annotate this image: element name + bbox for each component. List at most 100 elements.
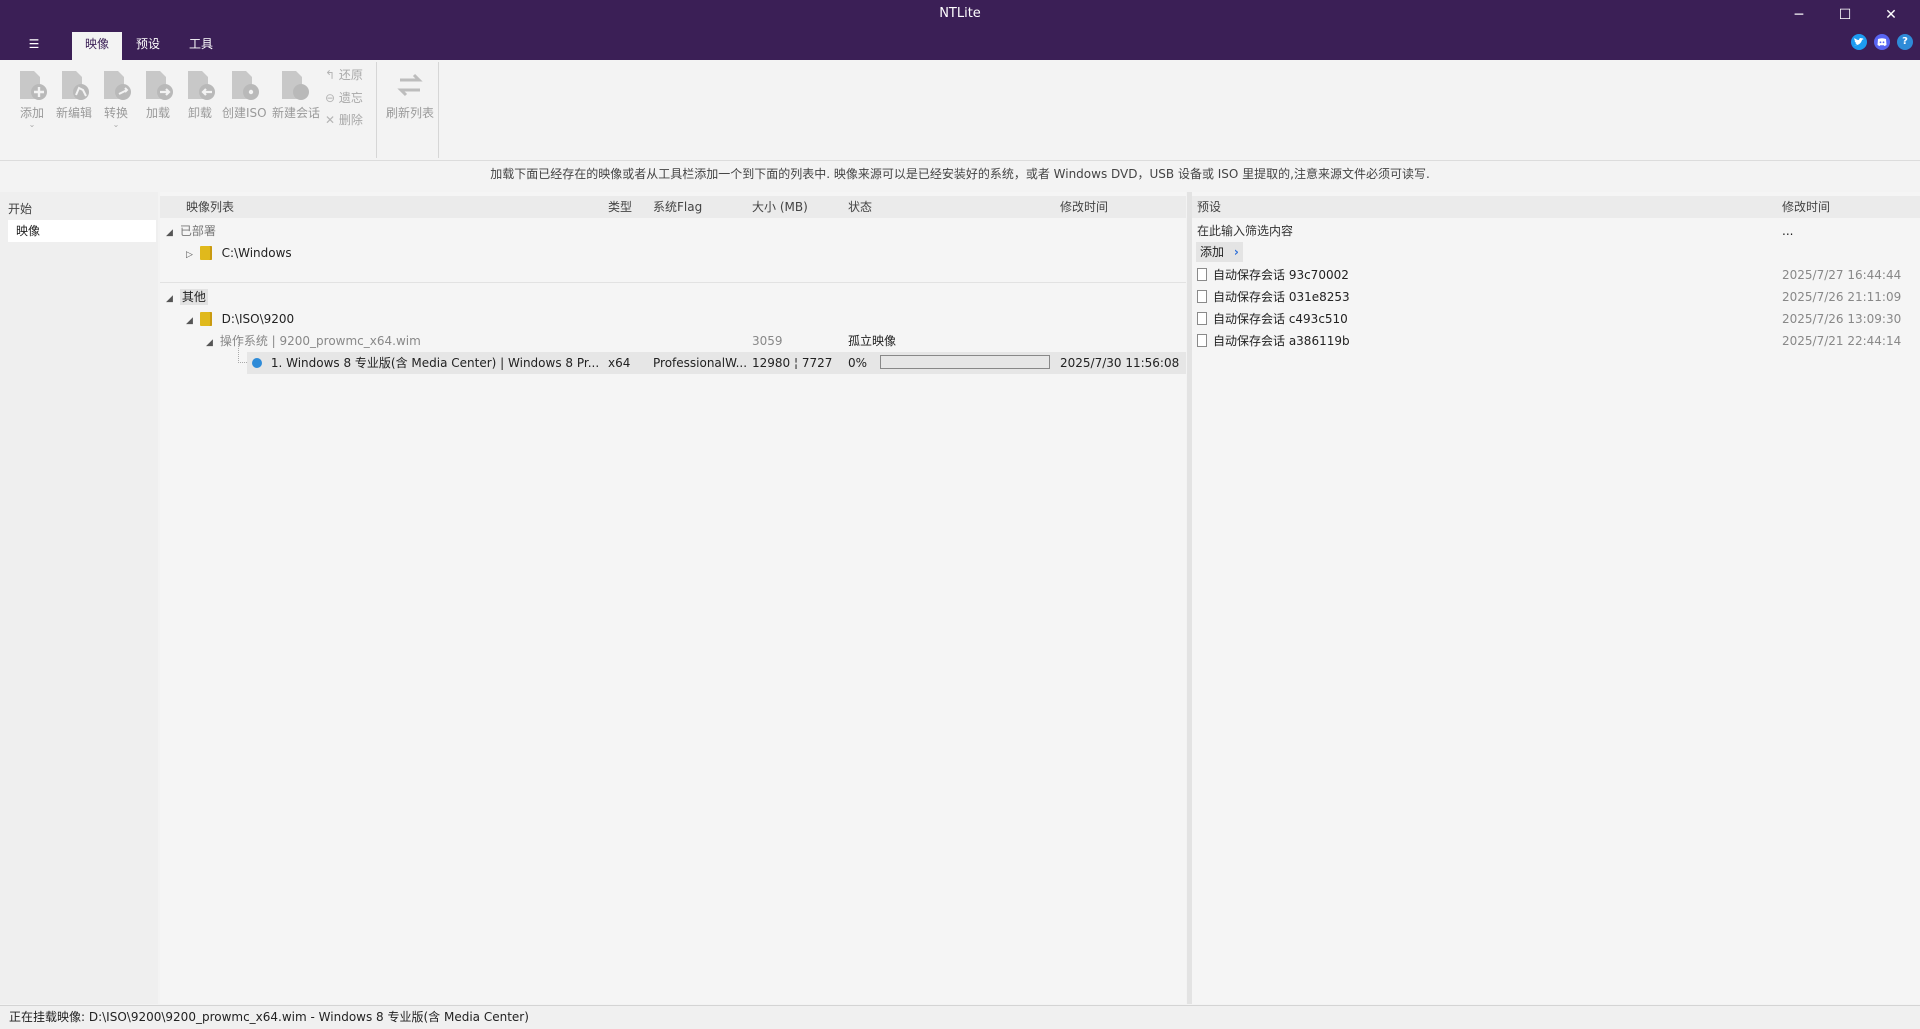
refresh-icon (397, 73, 423, 97)
new-session-label: 新建会话 (272, 106, 321, 120)
add-label: 添加 (19, 106, 44, 120)
new-session-button[interactable]: 新建会话 (272, 64, 321, 142)
preset-item[interactable]: 自动保存会话 a386119b (1197, 330, 1350, 352)
edition-progress (880, 352, 1050, 374)
col-preset[interactable]: 预设 (1197, 196, 1222, 218)
tab-image[interactable]: 映像 (72, 32, 122, 60)
unload-icon (188, 71, 215, 100)
left-nav: 开始 映像 (0, 192, 158, 1004)
preset-time: 2025/7/26 13:09:30 (1782, 312, 1902, 326)
add-button[interactable]: 添加 ⌄ (10, 64, 54, 142)
col-preset-modified[interactable]: 修改时间 (1782, 196, 1831, 218)
group-other[interactable]: ◢ 其他 (166, 286, 208, 308)
folder-icon (199, 312, 212, 326)
image-list-panel: 映像列表 类型 系统Flag 大小 (MB) 状态 修改时间 ◢ 已部署 ▷ C… (160, 192, 1186, 1004)
tab-presets[interactable]: 预设 (127, 32, 169, 60)
edition-status: 0% (848, 356, 868, 370)
create-iso-icon (232, 71, 259, 100)
delete-label: 删除 (338, 113, 363, 127)
close-button[interactable]: ✕ (1868, 4, 1914, 26)
delete-icon: ✕ (325, 113, 336, 127)
document-icon (1197, 334, 1207, 347)
title-bar: NTLite ─ ☐ ✕ ☰ 映像 预设 工具 ? (0, 0, 1920, 60)
preset-add-button[interactable]: 添加 › (1196, 242, 1243, 262)
ribbon-separator (376, 62, 377, 158)
create-iso-button[interactable]: 创建ISO (222, 64, 267, 142)
new-session-icon (282, 71, 309, 100)
col-size[interactable]: 大小 (MB) (752, 196, 808, 218)
delete-button[interactable]: ✕ 删除 (325, 110, 363, 130)
forget-icon: ⊖ (325, 91, 336, 105)
tree-item-iso-folder[interactable]: ◢ D:\ISO\9200 (186, 308, 294, 330)
preset-time: 2025/7/26 21:11:09 (1782, 290, 1902, 304)
help-icon[interactable]: ? (1897, 34, 1913, 50)
document-icon (1197, 268, 1207, 281)
edition-size: 12980 ¦ 7727 (752, 356, 833, 370)
status-bar: 正在挂载映像: D:\ISO\9200\9200_prowmc_x64.wim … (0, 1005, 1920, 1029)
new-edit-icon (62, 71, 89, 100)
ribbon-toolbar: 添加 ⌄ 新编辑 转换 ⌄ 加载 卸载 创建ISO 新建会话 ↰ 还原 ⊖ 遗忘… (0, 60, 1920, 161)
tree-item-label: D:\ISO\9200 (221, 312, 295, 326)
preset-filter-more[interactable]: ... (1782, 220, 1793, 242)
col-modified[interactable]: 修改时间 (1060, 196, 1109, 218)
refresh-list-button[interactable]: 刷新列表 (384, 64, 436, 142)
create-iso-label: 创建ISO (222, 106, 267, 120)
edition-modified: 2025/7/30 11:56:08 (1060, 356, 1180, 370)
group-label: 已部署 (179, 224, 216, 238)
maximize-button[interactable]: ☐ (1822, 4, 1868, 26)
col-image-list[interactable]: 映像列表 (186, 196, 235, 218)
load-label: 加载 (145, 106, 170, 120)
tab-tools[interactable]: 工具 (180, 32, 222, 60)
wim-status: 孤立映像 (848, 334, 897, 348)
preset-add-label: 添加 (1200, 245, 1225, 259)
group-label: 其他 (179, 289, 208, 305)
unload-button[interactable]: 卸载 (178, 64, 222, 142)
preset-filter-input[interactable]: 在此输入筛选内容 (1197, 220, 1777, 242)
collapse-triangle-icon[interactable]: ◢ (166, 288, 176, 310)
edition-name-cell: 1. Windows 8 专业版(含 Media Center) | Windo… (252, 352, 599, 374)
info-message: 加载下面已经存在的映像或者从工具栏添加一个到下面的列表中. 映像来源可以是已经安… (0, 161, 1920, 187)
menu-button[interactable]: ☰ (16, 32, 52, 60)
convert-button[interactable]: 转换 ⌄ (94, 64, 138, 142)
edition-status-icon (252, 358, 262, 368)
new-edit-button[interactable]: 新编辑 (52, 64, 96, 142)
restore-label: 还原 (338, 68, 363, 82)
twitter-icon[interactable] (1851, 34, 1867, 50)
col-type[interactable]: 类型 (608, 196, 633, 218)
group-divider (160, 282, 1186, 283)
expand-triangle-icon[interactable]: ▷ (186, 244, 196, 266)
col-status[interactable]: 状态 (848, 196, 873, 218)
forget-button[interactable]: ⊖ 遗忘 (325, 88, 363, 108)
nav-item-image[interactable]: 映像 (8, 220, 156, 242)
new-edit-label: 新编辑 (55, 106, 92, 120)
progress-bar (880, 355, 1050, 369)
group-deployed[interactable]: ◢ 已部署 (166, 220, 216, 242)
collapse-triangle-icon[interactable]: ◢ (206, 332, 216, 354)
chevron-down-icon: ⌄ (112, 120, 120, 129)
preset-name: 自动保存会话 c493c510 (1213, 312, 1348, 326)
preset-name: 自动保存会话 93c70002 (1213, 268, 1349, 282)
convert-icon (104, 71, 131, 100)
col-system-flag[interactable]: 系统Flag (653, 196, 703, 218)
preset-item[interactable]: 自动保存会话 c493c510 (1197, 308, 1348, 330)
tree-item-windows[interactable]: ▷ C:\Windows (186, 242, 292, 264)
load-button[interactable]: 加载 (136, 64, 180, 142)
refresh-list-label: 刷新列表 (385, 106, 434, 120)
window-title: NTLite (939, 6, 981, 21)
discord-icon[interactable] (1874, 34, 1890, 50)
ribbon-separator (438, 62, 439, 158)
presets-panel: 预设 修改时间 在此输入筛选内容 ... 添加 › 自动保存会话 93c7000… (1192, 192, 1920, 1004)
preset-item[interactable]: 自动保存会话 93c70002 (1197, 264, 1349, 286)
collapse-triangle-icon[interactable]: ◢ (186, 310, 196, 332)
forget-label: 遗忘 (338, 91, 363, 105)
tree-item-label: C:\Windows (221, 246, 292, 260)
restore-button[interactable]: ↰ 还原 (325, 65, 363, 85)
restore-icon: ↰ (325, 68, 336, 82)
load-icon (146, 71, 173, 100)
nav-header: 开始 (8, 202, 33, 216)
edition-type: x64 (608, 356, 631, 370)
preset-item[interactable]: 自动保存会话 031e8253 (1197, 286, 1350, 308)
preset-time: 2025/7/27 16:44:44 (1782, 268, 1902, 282)
minimize-button[interactable]: ─ (1776, 4, 1822, 26)
collapse-triangle-icon[interactable]: ◢ (166, 222, 176, 244)
